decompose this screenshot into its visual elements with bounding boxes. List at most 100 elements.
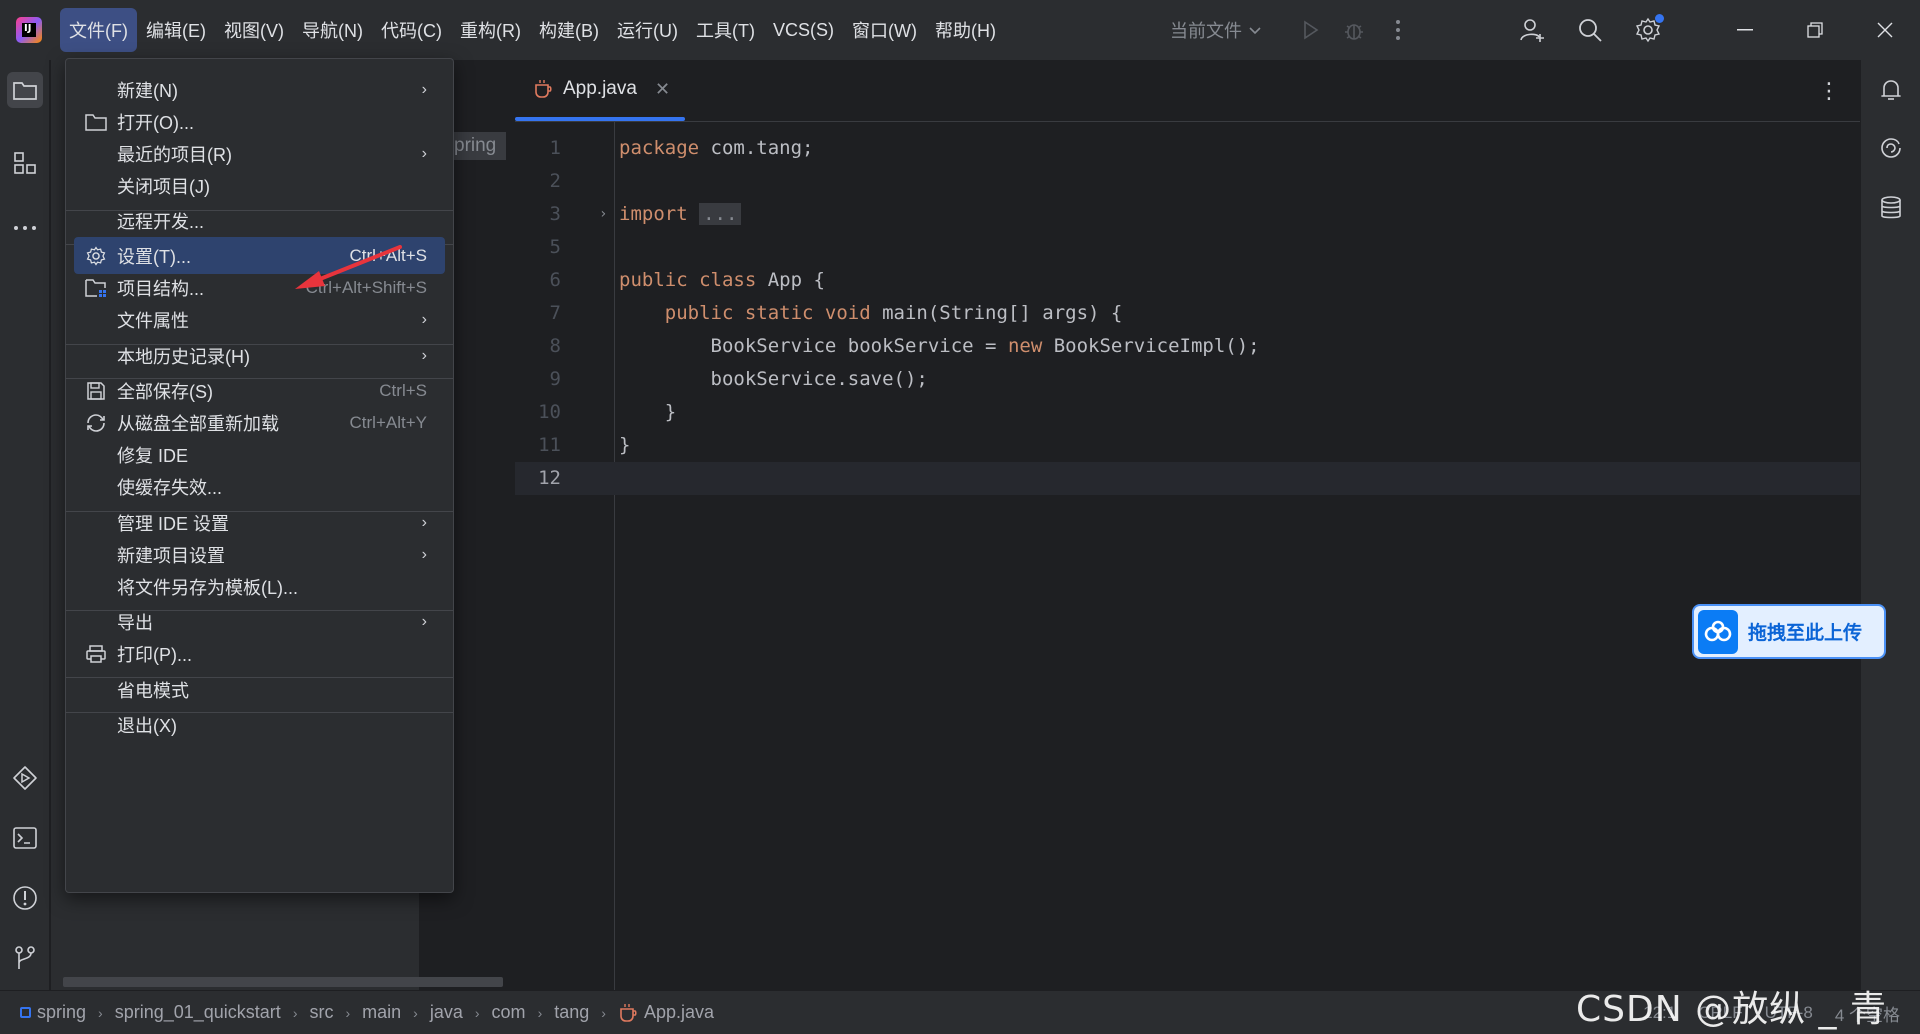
code-line[interactable]: 6 public class App { [515, 264, 1860, 297]
code-line[interactable]: 11} [515, 429, 1860, 462]
menu-item-save-as-template[interactable]: 将文件另存为模板(L)... [74, 568, 445, 605]
menu-item-remote-dev[interactable]: 远程开发... [74, 202, 445, 239]
menu-navigate[interactable]: 导航(N) [293, 8, 372, 52]
minimize-button[interactable] [1710, 0, 1780, 60]
chevron-right-icon: › [421, 513, 427, 531]
menu-item-exit[interactable]: 退出(X) [74, 706, 445, 743]
project-horizontal-scrollbar[interactable] [63, 977, 503, 987]
menu-edit[interactable]: 编辑(E) [137, 8, 215, 52]
structure-icon[interactable] [7, 145, 43, 181]
code-text: import ... [619, 198, 742, 231]
line-number: 8 [549, 335, 561, 357]
breadcrumb-item[interactable]: java [430, 1002, 463, 1023]
code-token: com.tang; [699, 137, 814, 159]
code-line[interactable]: 12 [515, 462, 1860, 495]
menu-build[interactable]: 构建(B) [530, 8, 608, 52]
menu-item-label: 全部保存(S) [117, 381, 213, 402]
keyword-token: package [619, 137, 700, 159]
title-actions: 当前文件 [1170, 0, 1920, 60]
menu-item-local-history[interactable]: 本地历史记录(H) › [74, 337, 445, 374]
fold-toggle-icon[interactable]: › [599, 198, 607, 231]
code-line[interactable]: 8 BookService bookService = new BookServ… [515, 330, 1860, 363]
breadcrumb-item[interactable]: com [492, 1002, 526, 1023]
breadcrumb-item[interactable]: tang [554, 1002, 589, 1023]
menu-view[interactable]: 视图(V) [215, 8, 293, 52]
project-root-label[interactable]: pring [454, 132, 507, 160]
breadcrumb-item[interactable]: spring [20, 1002, 86, 1023]
menu-item-label: 管理 IDE 设置 [117, 513, 230, 534]
code-line[interactable]: 1 package com.tang; [515, 132, 1860, 165]
menu-item-invalidate-caches[interactable]: 使缓存失效... [74, 468, 445, 505]
close-tab-icon[interactable]: ✕ [655, 79, 670, 100]
menu-item-print[interactable]: 打印(P)... [74, 635, 445, 672]
menu-item-power-save[interactable]: 省电模式 [74, 671, 445, 708]
breadcrumb-label: tang [554, 1002, 590, 1022]
tab-app-java[interactable]: App.java ✕ [533, 78, 670, 100]
tab-options-icon[interactable]: ⋮ [1818, 78, 1840, 104]
services-icon[interactable] [7, 760, 43, 796]
menu-tools[interactable]: 工具(T) [687, 8, 764, 52]
run-icon[interactable] [1288, 8, 1332, 52]
breadcrumb-label: App.java [643, 1002, 715, 1022]
code-with-me-icon[interactable] [1510, 8, 1554, 52]
csdn-watermark: CSDN @放纵 _ 青春 [1576, 989, 1887, 1030]
line-number: 5 [549, 236, 561, 258]
drag-upload-button[interactable]: 拖拽至此上传 [1692, 604, 1886, 659]
line-number: 12 [538, 467, 561, 489]
gear-icon [84, 244, 108, 268]
ai-assistant-icon[interactable] [1873, 130, 1909, 166]
code-token: main(String[] args) { [870, 302, 1123, 324]
chevron-right-icon: › [98, 1004, 103, 1021]
menu-item-label: 修复 IDE [117, 445, 189, 466]
code-line[interactable]: 5 [515, 231, 1860, 264]
code-line[interactable]: 10 } [515, 396, 1860, 429]
notifications-bell-icon[interactable] [1873, 72, 1909, 108]
breadcrumb-item[interactable]: main [362, 1002, 401, 1023]
menu-code[interactable]: 代码(C) [372, 8, 451, 52]
code-token: } [619, 401, 677, 423]
menu-item-label: 从磁盘全部重新加载 [117, 413, 279, 434]
code-text: BookService bookService = new BookServic… [619, 330, 1260, 363]
chevron-right-icon: › [601, 1004, 606, 1021]
menu-window[interactable]: 窗口(W) [843, 8, 926, 52]
menu-vcs[interactable]: VCS(S) [764, 8, 843, 52]
folded-imports[interactable]: ... [699, 203, 742, 225]
more-vertical-icon[interactable] [1376, 8, 1420, 52]
menu-file[interactable]: 文件(F) [60, 8, 137, 52]
annotation-arrow-icon [295, 245, 402, 289]
menu-help[interactable]: 帮助(H) [926, 8, 1005, 52]
restore-button[interactable] [1780, 0, 1850, 60]
breadcrumb-item[interactable]: App.java [618, 1002, 714, 1023]
menu-run[interactable]: 运行(U) [608, 8, 687, 52]
run-config-selector[interactable]: 当前文件 [1170, 17, 1262, 43]
menu-item-label: 省电模式 [117, 680, 189, 701]
java-file-icon [620, 1003, 637, 1022]
code-line[interactable]: 9 bookService.save(); [515, 363, 1860, 396]
problems-icon[interactable] [7, 880, 43, 916]
code-line[interactable]: 3 › import ... [515, 198, 1860, 231]
code-text: } [619, 396, 676, 429]
line-number: 6 [549, 269, 561, 291]
breadcrumb-item[interactable]: src [309, 1002, 333, 1023]
menu-refactor[interactable]: 重构(R) [451, 8, 530, 52]
line-number: 10 [538, 401, 561, 423]
menu-item-close-project[interactable]: 关闭项目(J) [74, 167, 445, 204]
code-token: BookService bookService = [619, 335, 1008, 357]
intellij-logo-icon[interactable]: IJ [16, 17, 42, 43]
more-tools-icon[interactable] [7, 210, 43, 246]
code-line[interactable]: 7 public static void main(String[] args)… [515, 297, 1860, 330]
menu-item-file-properties[interactable]: 文件属性 › [74, 301, 445, 338]
database-icon[interactable] [1873, 190, 1909, 226]
code-line[interactable]: 2 [515, 165, 1860, 198]
chevron-right-icon: › [537, 1004, 543, 1021]
terminal-icon[interactable] [7, 820, 43, 856]
debug-icon[interactable] [1332, 8, 1376, 52]
settings-gear-icon[interactable] [1626, 8, 1670, 52]
line-number: 7 [549, 302, 561, 324]
active-tab-indicator [515, 117, 685, 121]
project-folder-icon[interactable] [7, 72, 43, 108]
git-branch-icon[interactable] [7, 940, 43, 976]
search-icon[interactable] [1568, 8, 1612, 52]
breadcrumb-item[interactable]: spring_01_quickstart [115, 1002, 281, 1023]
close-window-button[interactable] [1850, 0, 1920, 60]
